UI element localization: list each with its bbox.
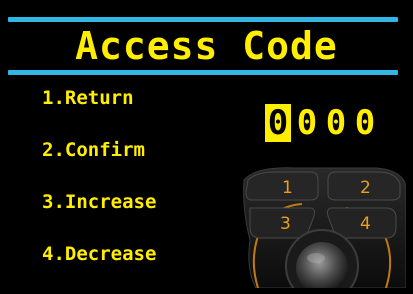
menu-item-confirm[interactable]: 2.Confirm: [42, 138, 156, 190]
code-entry: 0 0 0 0: [265, 104, 378, 142]
top-divider: [8, 17, 398, 22]
menu-item-decrease[interactable]: 4.Decrease: [42, 242, 156, 294]
option-menu: 1.Return 2.Confirm 3.Increase 4.Decrease: [42, 86, 156, 294]
code-digit-2[interactable]: 0: [294, 104, 320, 142]
screen-title: Access Code: [75, 24, 338, 68]
keypad-key-1: 1: [282, 178, 293, 198]
title-divider: [8, 70, 398, 75]
code-digit-4[interactable]: 0: [352, 104, 378, 142]
keypad-key-3: 3: [280, 214, 291, 234]
menu-item-increase[interactable]: 3.Increase: [42, 190, 156, 242]
code-digit-1[interactable]: 0: [265, 104, 291, 142]
code-digit-3[interactable]: 0: [323, 104, 349, 142]
keypad-graphic: [243, 167, 406, 288]
joystick-keypad-icon: 1 2 3 4: [236, 160, 406, 288]
menu-item-return[interactable]: 1.Return: [42, 86, 156, 138]
access-code-screen: Access Code 1.Return 2.Confirm 3.Increas…: [0, 0, 413, 288]
keypad-key-2: 2: [360, 178, 371, 198]
keypad-key-4: 4: [360, 214, 371, 234]
